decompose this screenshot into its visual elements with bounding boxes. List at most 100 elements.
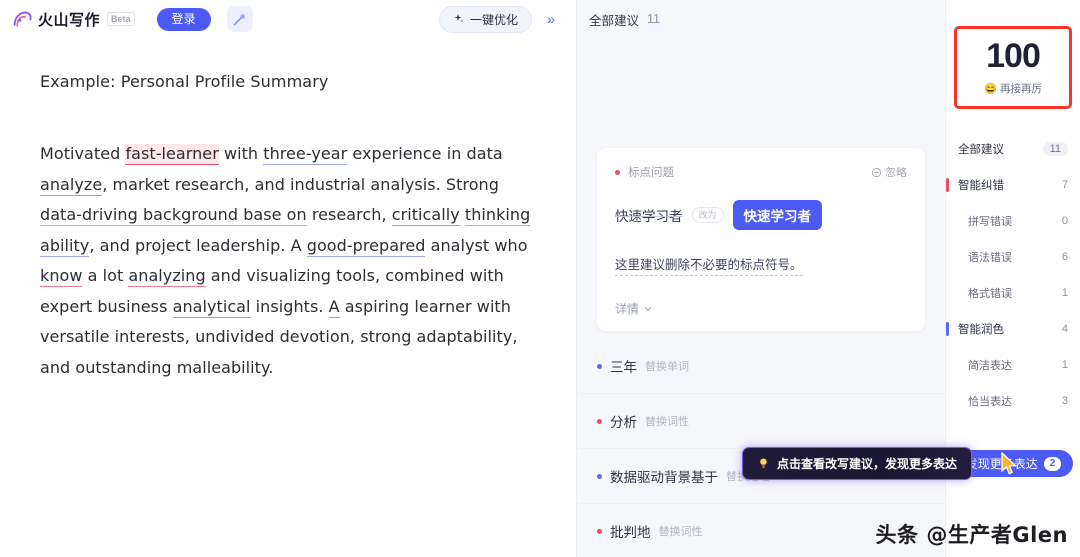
one-click-optimize-button[interactable]: 一键优化	[438, 5, 532, 33]
suggestion-card[interactable]: 标点问题 忽略 快速学习者 改为 快速学习者 这里建议删除不必要的标点符号。 详…	[597, 148, 925, 331]
list-item-word: 三年	[610, 360, 637, 375]
suggestions-header-count: 11	[647, 12, 660, 26]
error-span-analyzing[interactable]: analyzing	[128, 266, 206, 287]
category-label: 智能润色	[958, 324, 1004, 336]
text-run: , market research, and industrial analys…	[102, 174, 499, 194]
list-item-type: 替换单词	[645, 361, 689, 373]
error-span-analyze[interactable]: analyze	[40, 174, 103, 196]
apply-replacement-button[interactable]: 快速学习者	[732, 200, 823, 230]
text-run: with	[218, 144, 264, 163]
brand-logo[interactable]: 火山写作 Beta	[12, 9, 135, 30]
minus-circle-icon	[871, 167, 882, 177]
category-count: 1	[1061, 359, 1068, 371]
category-row-proofread[interactable]: 智能纠错 7	[946, 167, 1080, 203]
score-caption-row: 😄 再接再厉	[957, 81, 1069, 96]
list-item-word: 分析	[610, 415, 637, 430]
suggestions-header-title: 全部建议	[589, 13, 640, 28]
category-label: 语法错误	[968, 252, 1012, 264]
suggestion-span-data-driving[interactable]: data-driving background base on	[40, 205, 307, 226]
ignore-button[interactable]: 忽略	[871, 164, 907, 180]
category-row-grammar[interactable]: 语法错误 6	[946, 239, 1080, 275]
discover-badge: 2	[1043, 456, 1062, 471]
collapse-panel-button[interactable]: »	[538, 6, 564, 32]
suggestion-card-tag: 标点问题	[628, 167, 674, 179]
category-count: 0	[1061, 215, 1068, 227]
brand-name: 火山写作	[38, 11, 101, 29]
category-label: 拼写错误	[968, 216, 1012, 228]
error-span-fast-learner[interactable]: fast-learner	[125, 144, 219, 165]
suggestion-span-three-year[interactable]: three-year	[263, 144, 348, 165]
document-title: Example: Personal Profile Summary	[40, 72, 329, 91]
category-count: 6	[1061, 251, 1068, 263]
top-toolbar: 火山写作 Beta 登录 一键优化 »	[0, 0, 576, 38]
document-body[interactable]: Motivated fast-learner with three-year e…	[40, 139, 536, 383]
text-run: and visualizing tools,	[205, 266, 381, 285]
category-row-appropriate[interactable]: 恰当表达 3	[946, 383, 1080, 419]
list-item-type: 替换词性	[658, 526, 703, 538]
watermark: 头条 @生产者Glen	[875, 523, 1068, 547]
list-item[interactable]: 三年 替换单词	[577, 339, 945, 394]
suggestion-span-good-prepared[interactable]: good-prepared	[306, 235, 426, 257]
original-word: 快速学习者	[615, 209, 683, 224]
suggestion-description: 这里建议删除不必要的标点符号。	[615, 254, 803, 276]
category-dot-icon	[615, 169, 620, 175]
category-label: 简洁表达	[968, 360, 1012, 372]
document-editor[interactable]: Example: Personal Profile Summary Motiva…	[0, 38, 576, 383]
text-run: insights.	[250, 296, 329, 316]
text-run: , and project leadership. A	[89, 235, 307, 255]
login-button[interactable]: 登录	[156, 7, 211, 31]
smiley-emoji-icon: 😄	[983, 83, 998, 95]
suggestion-details-toggle[interactable]: 详情	[615, 300, 907, 317]
editor-column: 火山写作 Beta 登录 一键优化 » Example: Personal Pr…	[0, 0, 577, 557]
text-run: a lot	[82, 266, 129, 285]
category-count: 1	[1061, 287, 1068, 299]
error-span-critically[interactable]: critically	[391, 205, 460, 226]
category-row-concise[interactable]: 简洁表达 1	[946, 347, 1080, 383]
category-count: 3	[1061, 395, 1068, 407]
rewrite-hint-tooltip: 点击查看改写建议，发现更多表达	[742, 447, 973, 480]
suggestion-replacement-row: 快速学习者 改为 快速学习者	[615, 200, 907, 230]
app-root: 火山写作 Beta 登录 一键优化 » Example: Personal Pr…	[0, 0, 1080, 557]
category-dot-icon	[597, 528, 602, 534]
category-count: 7	[1061, 179, 1068, 191]
details-label: 详情	[615, 302, 640, 316]
error-span-a[interactable]: A	[328, 296, 340, 318]
suggestions-column: 全部建议 11 标点问题 忽略 快速学习者 改为 快速学习者 这里建议删除不必要…	[577, 0, 973, 557]
list-item-word: 批判地	[610, 525, 651, 540]
beta-tag: Beta	[107, 12, 135, 26]
list-item-type: 替换词性	[645, 416, 689, 428]
text-run: experience in data	[347, 144, 503, 163]
score-card: 100 😄 再接再厉	[954, 26, 1072, 109]
category-marker-icon	[946, 178, 949, 192]
list-item[interactable]: 分析 替换词性	[577, 394, 945, 449]
category-row-format[interactable]: 格式错误 1	[946, 275, 1080, 311]
magic-wand-button[interactable]	[226, 6, 253, 32]
category-dot-icon	[597, 473, 602, 479]
tooltip-text: 点击查看改写建议，发现更多表达	[777, 457, 958, 471]
text-run: Motivated	[40, 144, 126, 163]
list-item-word: 数据驱动背景基于	[610, 470, 718, 485]
one-click-optimize-label: 一键优化	[469, 12, 518, 27]
category-label: 全部建议	[958, 144, 1004, 156]
category-label: 智能纠错	[958, 180, 1004, 192]
error-span-know[interactable]: know	[40, 266, 83, 287]
suggestion-card-header: 标点问题 忽略	[615, 164, 907, 180]
category-row-all[interactable]: 全部建议 11	[946, 131, 1080, 167]
toolbar-right-group: 一键优化 »	[438, 5, 564, 33]
chevron-down-icon	[645, 306, 652, 311]
suggestions-header: 全部建议 11	[577, 0, 945, 38]
category-count: 11	[1042, 142, 1068, 156]
category-dot-icon	[597, 418, 602, 424]
category-row-spelling[interactable]: 拼写错误 0	[946, 203, 1080, 239]
discover-label: 发现更多表达	[965, 457, 1038, 471]
category-marker-icon	[946, 322, 949, 336]
lightbulb-icon	[760, 458, 767, 468]
error-span-analytical[interactable]: analytical	[172, 296, 251, 318]
category-dot-icon	[597, 363, 602, 369]
category-row-polish[interactable]: 智能润色 4	[946, 311, 1080, 347]
chevron-double-right-icon: »	[547, 11, 555, 27]
volcano-logo-icon	[13, 11, 32, 26]
sparkle-icon	[454, 14, 464, 23]
category-label: 恰当表达	[968, 396, 1012, 408]
score-value: 100	[982, 37, 1044, 75]
